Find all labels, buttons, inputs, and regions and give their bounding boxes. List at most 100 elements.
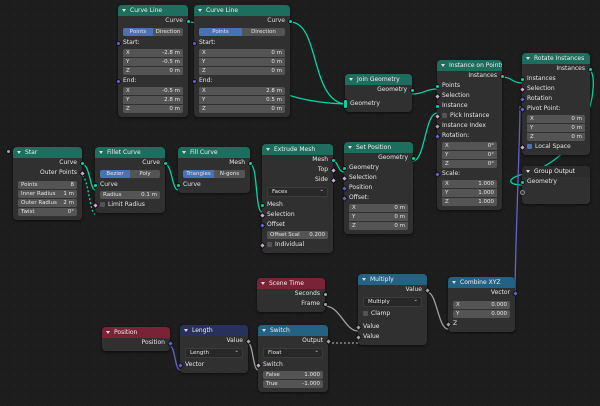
seconds-socket[interactable] — [322, 291, 328, 297]
pivot-y-field[interactable]: Y 0 m — [527, 124, 585, 132]
node-title[interactable]: Rotate Instances — [522, 53, 590, 64]
local-space-input[interactable]: Local Space — [518, 142, 590, 152]
node-title[interactable]: Instance on Points — [437, 60, 502, 71]
mode-toggle[interactable]: Triangles N-gons — [183, 170, 245, 178]
scale-y-field[interactable]: Y 1.000 — [442, 189, 497, 197]
mode-points-button[interactable]: Points — [199, 28, 242, 36]
end-x-field[interactable]: X 2.8 m — [199, 87, 285, 95]
instance-socket[interactable] — [434, 103, 440, 109]
limit-radius-input[interactable]: Limit Radius — [91, 200, 165, 210]
length-node[interactable]: Length Value Length Vector — [176, 325, 252, 373]
rotation-x-field[interactable]: X 0° — [442, 142, 497, 150]
points-socket[interactable] — [434, 83, 440, 89]
end-socket[interactable] — [115, 78, 121, 84]
combine-xyz-node[interactable]: Combine XYZ Vector X 0.000 Y 0.000 Z — [444, 277, 519, 332]
curve-line-node-2[interactable]: Curve Line Curve Points Direction Start:… — [191, 5, 293, 117]
offset-x-field[interactable]: X 0 m — [349, 204, 408, 212]
false-field[interactable]: False 1.000 — [263, 371, 323, 379]
curve-input-socket[interactable] — [175, 182, 181, 188]
join-geometry-node[interactable]: Join Geometry Geometry Geometry — [342, 74, 415, 112]
y-field[interactable]: Y 0.000 — [453, 310, 510, 318]
rotate-instances-node[interactable]: Rotate Instances Instances Instances Sel… — [518, 53, 593, 155]
type-dropdown[interactable]: Float — [263, 347, 323, 358]
inner-radius-field[interactable]: Inner Radius 1 m — [18, 190, 77, 198]
node-title[interactable]: Fill Curve — [178, 147, 250, 158]
start-z-field[interactable]: Z 0 m — [199, 67, 285, 75]
curve-input-socket[interactable] — [92, 182, 98, 188]
rotation-z-field[interactable]: Z 0° — [442, 160, 497, 168]
switch-node[interactable]: Switch Output Float Switch False 1.000 Tr… — [254, 325, 332, 392]
points-socket[interactable] — [6, 148, 11, 154]
radius-field[interactable]: Radius 0.1 m — [100, 191, 160, 199]
local-space-checkbox[interactable] — [527, 144, 532, 149]
node-title[interactable]: Multiply — [358, 274, 427, 285]
extrude-mesh-node[interactable]: Extrude Mesh Mesh Top Side Faces Mesh Se… — [258, 144, 337, 253]
start-x-field[interactable]: X -2.8 m — [123, 49, 183, 57]
mode-triangles-button[interactable]: Triangles — [183, 170, 214, 178]
mode-toggle[interactable]: Points Direction — [123, 28, 183, 36]
node-title[interactable]: Curve Line — [118, 5, 188, 16]
operation-dropdown[interactable]: Multiply — [363, 296, 422, 307]
geometry-input-socket[interactable] — [342, 99, 348, 109]
start-socket[interactable] — [191, 40, 197, 46]
operation-dropdown[interactable]: Length — [185, 347, 243, 358]
node-title[interactable]: Star — [13, 147, 82, 158]
multiply-node[interactable]: Multiply Value Multiply Clamp Value Valu… — [354, 274, 431, 345]
geometry-input-socket[interactable] — [341, 165, 347, 171]
fill-curve-node[interactable]: Fill Curve Mesh Triangles N-gons Curve — [175, 147, 253, 193]
outer-radius-field[interactable]: Outer Radius 2 m — [18, 199, 77, 207]
mesh-input-socket[interactable] — [259, 202, 265, 208]
end-z-field[interactable]: Z 0 m — [199, 105, 285, 113]
mode-toggle[interactable]: Bezier Poly — [100, 170, 160, 178]
node-title[interactable]: Group Output — [522, 166, 590, 177]
mode-direction-button[interactable]: Direction — [242, 28, 285, 36]
position-node[interactable]: Position Position — [102, 327, 174, 351]
geometry-socket[interactable] — [519, 179, 525, 185]
mesh-output-socket[interactable] — [247, 160, 253, 166]
pick-instance-input[interactable]: Pick Instance — [433, 111, 502, 121]
curve-output-socket[interactable] — [79, 160, 85, 166]
mode-ngons-button[interactable]: N-gons — [214, 170, 245, 178]
offset-y-field[interactable]: Y 0 m — [349, 213, 408, 221]
scale-x-field[interactable]: X 1.000 — [442, 180, 497, 188]
mode-toggle[interactable]: Points Direction — [199, 28, 285, 36]
node-title[interactable]: Scene Time — [257, 278, 325, 289]
node-title[interactable]: Fillet Curve — [95, 147, 165, 158]
group-output-node[interactable]: Group Output Geometry — [519, 166, 590, 204]
start-y-field[interactable]: Y -0.5 m — [123, 58, 183, 66]
end-x-field[interactable]: X -0.5 m — [123, 87, 183, 95]
pick-instance-checkbox[interactable] — [442, 113, 447, 118]
twist-field[interactable]: Twist 0° — [18, 208, 77, 216]
instances-output-socket[interactable] — [587, 66, 593, 72]
limit-radius-checkbox[interactable] — [100, 202, 105, 207]
frame-socket[interactable] — [322, 301, 328, 307]
scale-z-field[interactable]: Z 1.000 — [442, 198, 497, 206]
mode-poly-button[interactable]: Poly — [130, 170, 160, 178]
node-title[interactable]: Length — [180, 325, 248, 336]
fillet-curve-node[interactable]: Fillet Curve Curve Bezier Poly Curve Rad… — [91, 147, 168, 213]
empty-socket[interactable] — [519, 189, 525, 195]
node-title[interactable]: Combine XYZ — [448, 277, 515, 288]
node-title[interactable]: Extrude Mesh — [262, 144, 333, 155]
mode-direction-button[interactable]: Direction — [153, 28, 183, 36]
x-field[interactable]: X 0.000 — [453, 301, 510, 309]
start-y-field[interactable]: Y 0 m — [199, 58, 285, 66]
node-title[interactable]: Join Geometry — [345, 74, 412, 85]
individual-checkbox[interactable] — [267, 242, 272, 247]
clamp-checkbox[interactable] — [363, 311, 368, 316]
pivot-x-field[interactable]: X 0 m — [527, 115, 585, 123]
start-z-field[interactable]: Z 0 m — [123, 67, 183, 75]
curve-output-socket[interactable] — [162, 160, 168, 166]
individual-input[interactable]: Individual — [258, 240, 333, 250]
end-y-field[interactable]: Y 2.8 m — [123, 96, 183, 104]
set-position-node[interactable]: Set Position Geometry Geometry Selection… — [340, 142, 416, 234]
instances-socket[interactable] — [519, 76, 525, 82]
pivot-z-field[interactable]: Z 0 m — [527, 133, 585, 141]
points-field[interactable]: Points 8 — [6, 148, 77, 189]
end-y-field[interactable]: Y 0.5 m — [199, 96, 285, 104]
end-socket[interactable] — [191, 78, 197, 84]
instances-output-socket[interactable] — [499, 73, 505, 79]
offset-z-field[interactable]: Z 0 m — [349, 222, 408, 230]
node-title[interactable]: Position — [102, 327, 170, 338]
scene-time-node[interactable]: Scene Time Seconds Frame — [257, 278, 328, 312]
